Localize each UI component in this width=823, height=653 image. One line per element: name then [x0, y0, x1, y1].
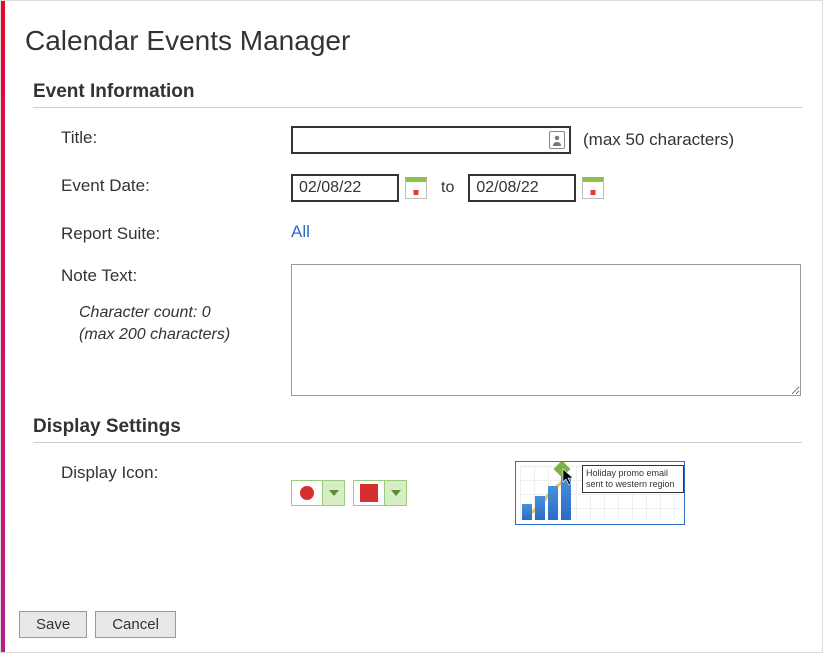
section-event-information: Event Information: [33, 81, 802, 108]
preview-tooltip: Holiday promo email sent to western regi…: [582, 465, 684, 493]
character-max-text: (max 200 characters): [79, 324, 291, 346]
icon-preview: Holiday promo email sent to western regi…: [515, 461, 685, 525]
note-text-label: Note Text:: [61, 266, 137, 285]
shape-swatch: [292, 481, 322, 505]
shape-picker[interactable]: [291, 480, 345, 506]
color-picker[interactable]: [353, 480, 407, 506]
report-suite-label: Report Suite:: [61, 222, 291, 244]
contact-card-icon[interactable]: [549, 131, 565, 149]
page-title: Calendar Events Manager: [25, 25, 802, 57]
calendar-icon[interactable]: [582, 177, 604, 199]
title-input[interactable]: [291, 126, 571, 154]
title-hint: (max 50 characters): [583, 130, 734, 150]
cancel-button[interactable]: Cancel: [95, 611, 176, 638]
section-display-settings: Display Settings: [33, 416, 802, 443]
note-text-label-block: Note Text: Character count: 0 (max 200 c…: [61, 264, 291, 347]
date-from-input[interactable]: [291, 174, 399, 202]
accent-stripe: [1, 1, 5, 652]
date-to-input[interactable]: [468, 174, 576, 202]
date-to-text: to: [441, 179, 454, 197]
event-date-label: Event Date:: [61, 174, 291, 196]
report-suite-link[interactable]: All: [291, 222, 310, 242]
save-button[interactable]: Save: [19, 611, 87, 638]
color-swatch: [354, 481, 384, 505]
chevron-down-icon[interactable]: [322, 481, 344, 505]
chevron-down-icon[interactable]: [384, 481, 406, 505]
display-icon-label: Display Icon:: [61, 461, 291, 483]
title-label: Title:: [61, 126, 291, 148]
cursor-icon: [562, 468, 576, 486]
calendar-icon[interactable]: [405, 177, 427, 199]
character-count-text: Character count: 0: [79, 302, 291, 324]
note-text-input[interactable]: [291, 264, 801, 396]
